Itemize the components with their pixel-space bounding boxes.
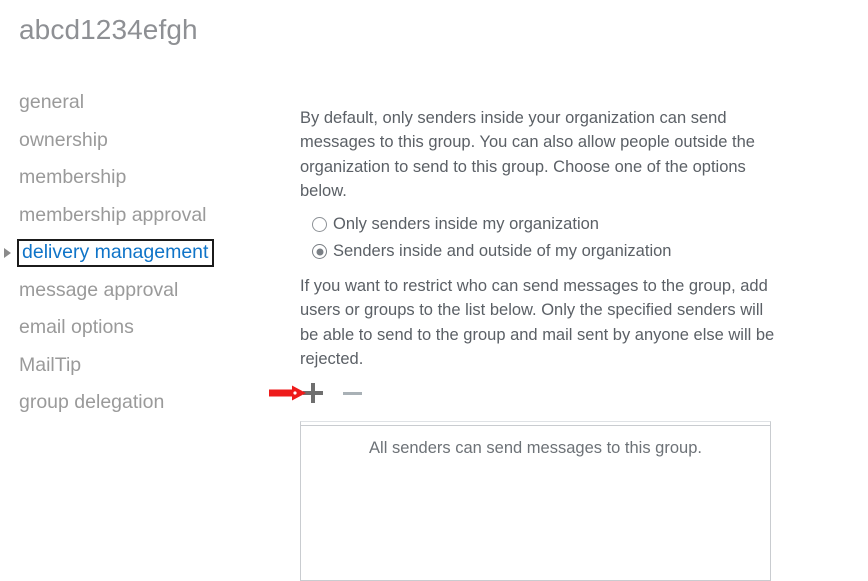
sidebar-item-label: membership approval [19,203,207,226]
sidebar-item-label: message approval [19,278,179,301]
selection-triangle-icon [4,247,11,258]
sidebar-item-delivery-management[interactable]: delivery management [0,234,280,272]
sidebar-item-label: email options [19,316,134,338]
radio-button-selected-icon[interactable] [312,244,327,260]
radio-option-inside-only[interactable]: Only senders inside my organization [300,211,780,238]
radio-option-label: Only senders inside my organization [333,215,599,234]
sidebar-item-mailtip[interactable]: MailTip [0,347,280,385]
restrict-senders-text: If you want to restrict who can send mes… [300,277,775,369]
remove-sender-button[interactable] [339,380,365,406]
sidebar-item-label: group delegation [19,391,165,413]
main-content: By default, only senders inside your org… [300,106,780,371]
sidebar-item-label: MailTip [19,353,82,376]
listbox-empty-message: All senders can send messages to this gr… [369,439,702,457]
sidebar-item-label: general [19,91,85,113]
delivery-intro-text: By default, only senders inside your org… [300,109,755,200]
page-title: abcd1234efgh [19,14,198,45]
sidebar-item-general[interactable]: general [0,84,280,122]
radio-option-label: Senders inside and outside of my organiz… [333,242,672,261]
sender-list-toolbar [300,378,378,408]
sidebar-item-membership[interactable]: membership [0,159,280,197]
sidebar-item-ownership[interactable]: ownership [0,122,280,160]
add-sender-button[interactable] [300,380,326,406]
minus-icon [343,392,362,395]
sidebar-item-membership-approval[interactable]: membership approval [0,197,280,235]
sidebar-item-label: membership [19,166,127,188]
sidebar-item-label: ownership [19,128,108,151]
plus-icon-vertical [311,383,315,403]
allowed-senders-listbox[interactable]: All senders can send messages to this gr… [300,421,771,581]
sidebar-item-message-approval[interactable]: message approval [0,272,280,310]
sidebar-nav: general ownership membership membership … [0,84,280,422]
focus-outline: delivery management [17,238,215,267]
sender-scope-radio-group: Only senders inside my organization Send… [300,211,780,265]
sidebar-item-group-delegation[interactable]: group delegation [0,384,280,422]
sidebar-item-label: delivery management [22,240,209,263]
radio-option-inside-and-outside[interactable]: Senders inside and outside of my organiz… [300,238,780,265]
sidebar-item-email-options[interactable]: email options [0,309,280,347]
radio-button-icon[interactable] [312,217,327,233]
